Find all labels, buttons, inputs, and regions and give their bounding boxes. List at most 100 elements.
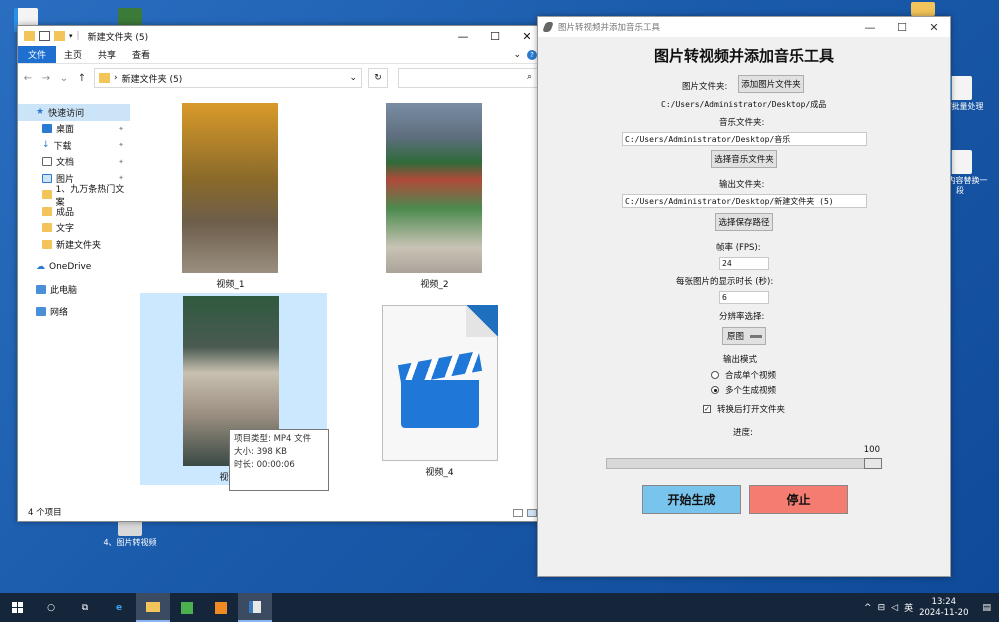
back-arrow-icon[interactable]: ← (22, 73, 34, 84)
large-icons-view-icon[interactable] (527, 509, 537, 517)
select-music-folder-button[interactable]: 选择音乐文件夹 (711, 150, 777, 168)
taskbar-python-app[interactable] (238, 593, 272, 622)
nav-onedrive[interactable]: ☁ OneDrive (18, 259, 130, 276)
up-arrow-icon[interactable]: ↑ (76, 73, 88, 84)
pin-icon: ✦ (118, 141, 124, 150)
chevron-down-icon[interactable]: ⌄ (513, 50, 521, 60)
nav-this-pc[interactable]: 此电脑 (18, 281, 130, 298)
volume-icon[interactable]: ◁ (891, 603, 898, 613)
refresh-button[interactable]: ↻ (368, 68, 388, 88)
clock[interactable]: 13:24 2024-11-20 (919, 597, 968, 619)
document-icon (948, 76, 972, 100)
address-bar[interactable]: › 新建文件夹 (5) ⌄ (94, 68, 362, 88)
nav-folder-copywriting[interactable]: 1、九万条热门文案 (18, 185, 130, 208)
help-icon[interactable]: ? (527, 49, 537, 60)
nav-desktop[interactable]: 桌面 ✦ (18, 121, 130, 138)
windows-logo-icon (11, 602, 23, 613)
properties-icon[interactable] (39, 31, 50, 41)
desktop-icon-img2video[interactable]: 4、图片转视频 (100, 520, 160, 548)
tray-expand-icon[interactable]: ^ (864, 603, 872, 613)
nav-network[interactable]: 网络 (18, 304, 130, 321)
nav-quick-access[interactable]: ★ 快速访问 (18, 104, 130, 121)
resolution-label: 分辨率选择: (719, 312, 765, 322)
stop-button[interactable]: 停止 (749, 485, 848, 514)
tool-window-title: 图片转视频并添加音乐工具 (558, 23, 661, 33)
option-menu-indicator-icon (750, 334, 763, 338)
photos-icon (181, 601, 193, 614)
address-row: ← → ⌄ ↑ › 新建文件夹 (5) ⌄ ↻ ⌕ (18, 64, 543, 92)
close-button[interactable]: ✕ (918, 17, 950, 37)
folder-icon (42, 223, 52, 233)
progress-knob[interactable] (864, 458, 882, 469)
radio-selected-icon (711, 386, 719, 394)
nav-folder-finished[interactable]: 成品 (18, 203, 130, 220)
sublime-icon (215, 601, 227, 614)
tab-file[interactable]: 文件 (18, 46, 56, 63)
taskbar-sublime[interactable] (204, 593, 238, 622)
minimize-button[interactable]: — (447, 26, 479, 46)
progress-slider[interactable]: 100 (606, 445, 882, 472)
add-image-folder-button[interactable]: 添加图片文件夹 (738, 75, 804, 93)
taskbar-file-explorer[interactable] (136, 593, 170, 622)
search-button[interactable]: ○ (34, 593, 68, 622)
maximize-button[interactable]: ☐ (479, 26, 511, 46)
taskbar-photos[interactable] (170, 593, 204, 622)
forward-arrow-icon[interactable]: → (40, 73, 52, 84)
computer-icon (36, 284, 46, 294)
new-folder-icon[interactable] (54, 31, 65, 41)
progress-value: 100 (863, 445, 880, 455)
start-button[interactable] (0, 593, 34, 622)
checkbox-checked-icon: ✓ (703, 405, 711, 413)
mode-single-radio[interactable]: 合成单个视频 (711, 369, 776, 381)
start-generate-button[interactable]: 开始生成 (642, 485, 741, 514)
video-thumbnail (386, 103, 482, 273)
tab-home[interactable]: 主页 (56, 46, 90, 63)
input-language[interactable]: 英 (904, 601, 913, 614)
search-input[interactable]: ⌕ (398, 68, 538, 88)
feather-icon (542, 22, 554, 32)
search-icon: ⌕ (526, 72, 532, 82)
minimize-button[interactable]: — (854, 17, 886, 37)
mode-multi-radio[interactable]: 多个生成视频 (711, 384, 776, 396)
ribbon: 文件 主页 共享 查看 ⌄ ? (18, 46, 543, 64)
fps-input[interactable]: 24 (719, 257, 769, 270)
app-heading: 图片转视频并添加音乐工具 (653, 47, 834, 65)
file-item[interactable]: 视频_4 (382, 305, 498, 478)
nav-folder-new[interactable]: 新建文件夹 (18, 236, 130, 253)
chevron-right-icon: › (114, 73, 118, 83)
duration-label: 每张图片的显示时长 (秒): (676, 277, 774, 287)
file-list: 视频_1 视频_2 视频_3 视频_4 (138, 96, 538, 506)
tool-titlebar: 图片转视频并添加音乐工具 — ☐ ✕ (538, 17, 950, 37)
output-folder-field[interactable]: C:/Users/Administrator/Desktop/新建文件夹 (5) (622, 194, 867, 208)
maximize-button[interactable]: ☐ (886, 17, 918, 37)
tab-share[interactable]: 共享 (90, 46, 124, 63)
details-view-icon[interactable] (513, 509, 523, 517)
resolution-select[interactable]: 原图 (722, 327, 766, 345)
address-text: 新建文件夹 (5) (121, 74, 183, 85)
select-save-path-button[interactable]: 选择保存路径 (715, 213, 773, 231)
desktop-icon (42, 124, 52, 134)
image-folder-path: C:/Users/Administrator/Desktop/成品 (661, 100, 827, 109)
taskbar-edge[interactable]: e (102, 593, 136, 622)
notifications-icon[interactable]: ▤ (982, 603, 991, 613)
nav-downloads[interactable]: ↓ 下载 ✦ (18, 137, 130, 154)
output-mode-label: 输出模式 (723, 355, 758, 365)
tab-view[interactable]: 查看 (124, 46, 158, 63)
folder-icon (42, 206, 52, 216)
chevron-down-icon[interactable]: ⌄ (349, 73, 357, 83)
picture-icon (42, 173, 52, 183)
open-folder-checkbox[interactable]: ✓ 转换后打开文件夹 (703, 403, 785, 415)
task-view-button[interactable]: ⧉ (68, 593, 102, 622)
tool-window: 图片转视频并添加音乐工具 — ☐ ✕ 图片转视频并添加音乐工具 图片文件夹: 添… (537, 16, 951, 577)
music-folder-field[interactable]: C:/Users/Administrator/Desktop/音乐 (622, 132, 867, 146)
nav-folder-text[interactable]: 文字 (18, 220, 130, 237)
folder-icon (42, 190, 52, 200)
network-icon[interactable]: ⊟ (878, 603, 886, 613)
chevron-down-icon[interactable]: ▾ (69, 32, 73, 40)
file-item[interactable]: 视频_1 (182, 103, 279, 290)
chevron-down-icon[interactable]: ⌄ (58, 73, 70, 84)
nav-documents[interactable]: 文档 ✦ (18, 154, 130, 171)
duration-input[interactable]: 6 (719, 291, 769, 304)
folder-icon (99, 73, 110, 83)
file-item[interactable]: 视频_2 (386, 103, 483, 290)
